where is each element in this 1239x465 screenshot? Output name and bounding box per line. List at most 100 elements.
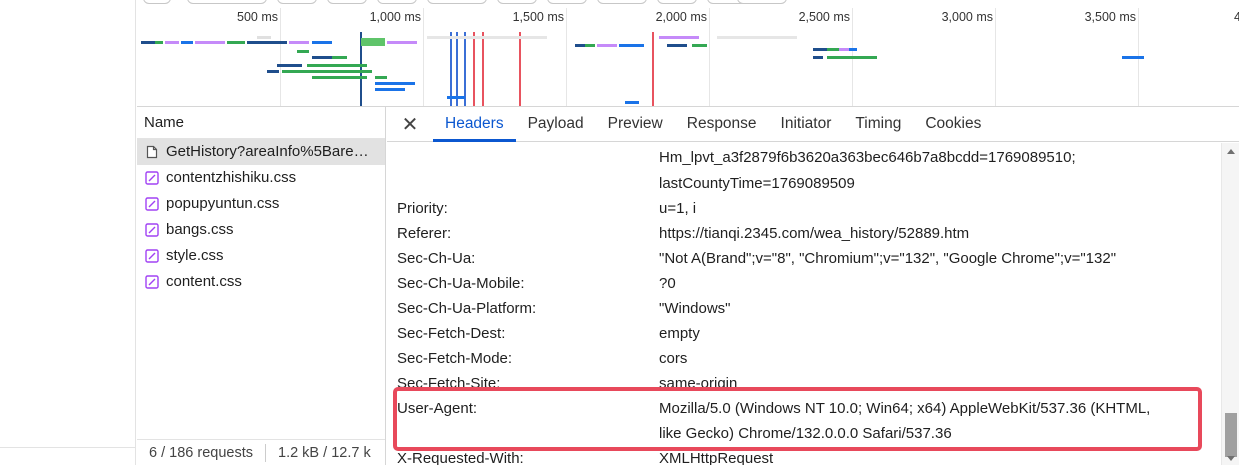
network-overview-timeline[interactable]: 500 ms 1,000 ms 1,500 ms 2,000 ms 2,500 …: [137, 0, 1239, 107]
header-value: empty: [659, 325, 700, 342]
scroll-up-icon[interactable]: [1227, 149, 1235, 154]
headers-scrollbar[interactable]: [1221, 143, 1239, 465]
tab-preview[interactable]: Preview: [596, 107, 675, 141]
request-bar: [312, 56, 332, 59]
request-bar: [267, 70, 279, 73]
header-value: ?0: [659, 275, 676, 292]
document-icon: [146, 145, 158, 159]
request-bar: [312, 41, 332, 44]
request-count: 6 / 186 requests: [149, 445, 253, 461]
cookie-value-line: lastCountyTime=1769089509: [659, 175, 855, 192]
request-bar: [181, 41, 193, 44]
request-bar: [247, 41, 287, 44]
stylesheet-icon: [145, 249, 159, 263]
header-value: cors: [659, 350, 688, 367]
request-detail-panel: ✕ Headers Payload Preview Response Initi…: [387, 107, 1239, 465]
request-bar: [667, 44, 687, 47]
tab-payload[interactable]: Payload: [516, 107, 596, 141]
header-name: X-Requested-With:: [397, 450, 524, 465]
request-name: content.css: [166, 273, 242, 290]
tick-label: 500 ms: [237, 10, 278, 24]
load-event-marker: [482, 32, 484, 106]
scrollbar-thumb[interactable]: [1225, 413, 1237, 457]
request-bar: [312, 76, 367, 79]
request-bar: [387, 41, 417, 44]
tick-line: [709, 8, 710, 106]
request-bar: [813, 56, 823, 59]
request-row-popupyuntun[interactable]: popupyuntun.css: [137, 191, 385, 217]
close-icon[interactable]: ✕: [387, 107, 433, 141]
header-name-user-agent: User-Agent:: [397, 400, 478, 417]
request-bar: [289, 41, 309, 44]
tick-line: [423, 8, 424, 106]
request-bar: [375, 76, 387, 79]
request-bar: [282, 70, 372, 73]
stylesheet-icon: [145, 223, 159, 237]
request-bar: [692, 44, 707, 47]
header-value-user-agent: like Gecko) Chrome/132.0.0.0 Safari/537.…: [659, 425, 952, 442]
request-bar: [619, 44, 644, 47]
request-bar: [141, 41, 155, 44]
tick-line: [995, 8, 996, 106]
tick-line: [280, 8, 281, 106]
tab-initiator[interactable]: Initiator: [769, 107, 844, 141]
tab-cookies[interactable]: Cookies: [913, 107, 993, 141]
tick-label: 2,000 ms: [655, 10, 707, 24]
scroll-down-icon[interactable]: [1227, 456, 1235, 461]
status-footer: 6 / 186 requests 1.2 kB / 12.7 k: [137, 439, 385, 465]
request-bar: [827, 56, 877, 59]
request-bar: [257, 36, 271, 39]
load-event-marker: [473, 32, 475, 106]
cookie-value-line: Hm_lpvt_a3f2879f6b3620a363bec646b7a8bcdd…: [659, 149, 1076, 166]
request-bar: [659, 36, 699, 39]
request-bar: [625, 101, 639, 104]
detail-tabbar: ✕ Headers Payload Preview Response Initi…: [387, 107, 1239, 142]
request-row-style[interactable]: style.css: [137, 243, 385, 269]
request-bar: [227, 41, 245, 44]
request-bar: [165, 41, 179, 44]
request-headers-list: Hm_lpvt_a3f2879f6b3620a363bec646b7a8bcdd…: [387, 143, 1221, 465]
tab-headers[interactable]: Headers: [433, 107, 516, 142]
header-value-user-agent: Mozilla/5.0 (Windows NT 10.0; Win64; x64…: [659, 400, 1151, 417]
request-bar: [575, 44, 585, 47]
request-bar: [195, 41, 225, 44]
request-row-gethistory[interactable]: GetHistory?areaInfo%5Bare…: [137, 139, 385, 165]
header-value: same-origin: [659, 375, 738, 392]
request-row-contentzhishiku[interactable]: contentzhishiku.css: [137, 165, 385, 191]
stylesheet-icon: [145, 275, 159, 289]
load-event-marker: [652, 32, 654, 106]
request-name: contentzhishiku.css: [166, 169, 297, 186]
left-blank-area: [0, 0, 136, 465]
request-bar: [297, 50, 309, 53]
tab-timing[interactable]: Timing: [843, 107, 913, 141]
request-row-content[interactable]: content.css: [137, 269, 385, 295]
header-name: Sec-Fetch-Site:: [397, 375, 501, 392]
request-bar: [839, 48, 849, 51]
request-bar: [717, 36, 797, 39]
tick-label: 3,000 ms: [941, 10, 993, 24]
request-bar: [585, 44, 595, 47]
request-name: style.css: [166, 247, 224, 264]
name-column-header[interactable]: Name: [137, 107, 385, 139]
filter-strip: [137, 0, 1239, 6]
tick-label: 2,500 ms: [798, 10, 850, 24]
request-bar: [277, 64, 302, 67]
header-value: "Not A(Brand";v="8", "Chromium";v="132",…: [659, 250, 1117, 267]
tick-label: 1,500 ms: [512, 10, 564, 24]
request-bar: [447, 96, 465, 99]
header-name: Sec-Fetch-Dest:: [397, 325, 506, 342]
header-name: Sec-Ch-Ua:: [397, 250, 476, 267]
header-name: Sec-Ch-Ua-Platform:: [397, 300, 537, 317]
request-name: bangs.css: [166, 221, 234, 238]
left-divider: [0, 447, 136, 448]
request-bar: [427, 36, 547, 39]
header-value: https://tianqi.2345.com/wea_history/5288…: [659, 225, 970, 242]
header-value: u=1, i: [659, 200, 697, 217]
request-bar: [849, 48, 857, 51]
request-bar: [375, 82, 415, 85]
tab-response[interactable]: Response: [675, 107, 769, 141]
request-bar: [827, 48, 839, 51]
request-row-bangs[interactable]: bangs.css: [137, 217, 385, 243]
tick-label: 3,500 ms: [1084, 10, 1136, 24]
request-bar: [307, 64, 367, 67]
